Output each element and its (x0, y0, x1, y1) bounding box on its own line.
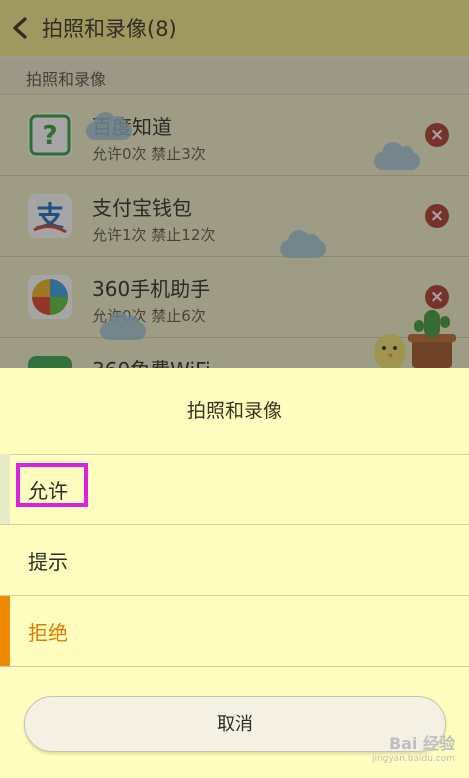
option-indicator (0, 454, 10, 524)
watermark-logo: Bai 经验 (388, 734, 455, 753)
option-deny-label: 拒绝 (28, 621, 68, 645)
option-allow-label: 允许 (28, 479, 68, 503)
option-deny[interactable]: 拒绝 (0, 596, 469, 667)
dialog-title: 拍照和录像 (0, 368, 469, 455)
option-selected-indicator (0, 596, 10, 666)
permission-dialog: 拍照和录像 允许 提示 拒绝 取消 (0, 368, 469, 778)
cancel-button[interactable]: 取消 (24, 696, 446, 752)
option-prompt[interactable]: 提示 (0, 525, 469, 596)
option-indicator (0, 525, 10, 595)
option-allow[interactable]: 允许 (0, 454, 469, 525)
modal-overlay[interactable] (0, 0, 469, 368)
watermark-url: jingyan.baidu.com (371, 754, 455, 764)
option-prompt-label: 提示 (28, 550, 68, 574)
